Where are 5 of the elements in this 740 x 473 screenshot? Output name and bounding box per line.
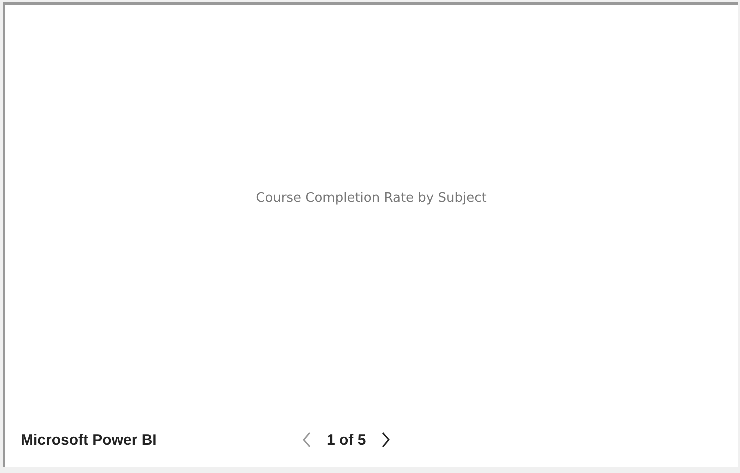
chevron-left-icon — [301, 431, 313, 449]
report-title: Course Completion Rate by Subject — [256, 191, 487, 206]
page-indicator: 1 of 5 — [327, 432, 366, 448]
brand-name: Microsoft Power BI — [21, 432, 158, 448]
chevron-right-icon — [380, 431, 392, 449]
